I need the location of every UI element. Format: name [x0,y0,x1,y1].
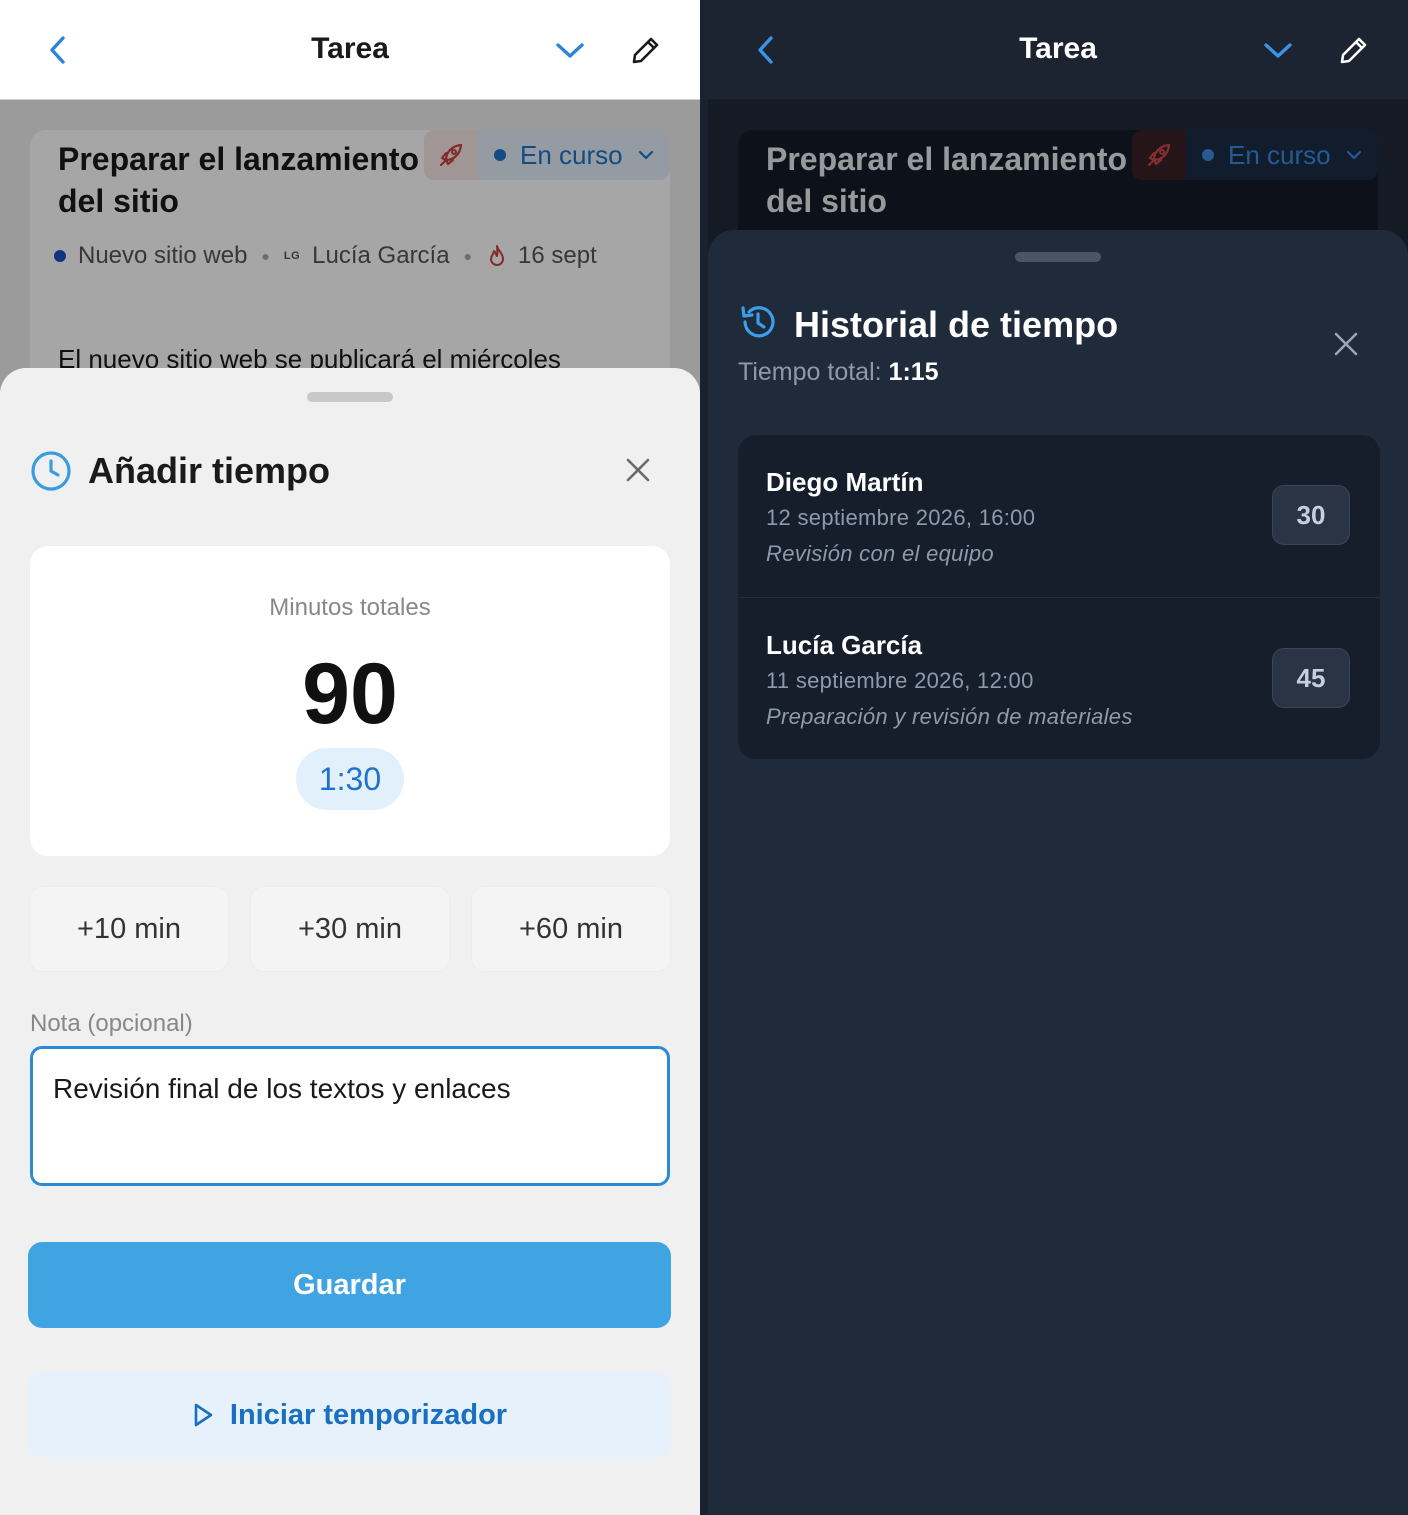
entry-minutes-badge: 45 [1272,648,1350,708]
total-time-label: Tiempo total: [738,358,882,386]
edit-button[interactable] [1334,30,1374,70]
time-history-sheet: Historial de tiempo Tiempo total: 1:15 D… [708,230,1408,1515]
add-10-min-button[interactable]: +10 min [29,886,229,972]
sheet-grabber[interactable] [1015,252,1101,262]
add-30-min-button[interactable]: +30 min [250,886,450,972]
total-time: Tiempo total: 1:15 [738,358,939,387]
close-icon [626,458,650,482]
pencil-icon [632,37,659,64]
clock-icon [31,451,71,491]
pencil-icon [1340,37,1367,64]
sheet-grabber[interactable] [307,392,393,402]
chevron-down-icon [1264,43,1292,58]
header-title: Tarea [311,32,389,65]
time-history-screen: Tarea Preparar el lanzamiento del sitio … [708,0,1408,1515]
app-header: Tarea [0,0,700,100]
note-label: Nota (opcional) [30,1010,193,1037]
sheet-title: Añadir tiempo [88,450,331,491]
time-entry[interactable]: Lucía García 11 septiembre 2026, 12:00 P… [738,597,1380,759]
panel-divider [700,0,708,1515]
minutes-value[interactable]: 90 [30,646,670,742]
app-header: Tarea [708,0,1408,100]
entry-note: Revisión con el equipo [766,541,994,566]
entry-date: 11 septiembre 2026, 12:00 [766,668,1034,693]
edit-button[interactable] [626,30,666,70]
add-60-min-button[interactable]: +60 min [471,886,671,972]
add-time-sheet: Añadir tiempo Minutos totales 90 1:30 +1… [0,368,700,1515]
close-icon [1334,332,1358,356]
entry-minutes-badge: 30 [1272,485,1350,545]
entry-user: Diego Martín [766,467,924,497]
start-timer-button[interactable]: Iniciar temporizador [28,1372,671,1458]
start-timer-label: Iniciar temporizador [229,1398,508,1431]
close-button[interactable] [1326,324,1366,364]
entry-note: Preparación y revisión de materiales [766,704,1133,729]
play-icon [194,1403,213,1427]
history-icon [741,306,775,338]
save-button[interactable]: Guardar [28,1242,671,1328]
note-input[interactable]: Revisión final de los textos y enlaces [30,1046,670,1186]
minutes-display: Minutos totales 90 1:30 [30,546,670,856]
minutes-label: Minutos totales [269,594,431,621]
add-time-screen: Tarea Preparar el lanzamiento del sitio … [0,0,700,1515]
collapse-button[interactable] [1258,30,1298,70]
time-entries-list: Diego Martín 12 septiembre 2026, 16:00 R… [738,435,1380,759]
entry-date: 12 septiembre 2026, 16:00 [766,505,1036,530]
collapse-button[interactable] [550,30,590,70]
total-time-value: 1:15 [888,358,939,386]
entry-user: Lucía García [766,630,923,660]
chevron-down-icon [556,43,584,58]
header-title: Tarea [1019,32,1097,65]
hours-minutes-badge: 1:30 [296,748,404,810]
time-entry[interactable]: Diego Martín 12 septiembre 2026, 16:00 R… [738,435,1380,597]
sheet-title: Historial de tiempo [794,304,1119,345]
close-button[interactable] [618,450,658,490]
